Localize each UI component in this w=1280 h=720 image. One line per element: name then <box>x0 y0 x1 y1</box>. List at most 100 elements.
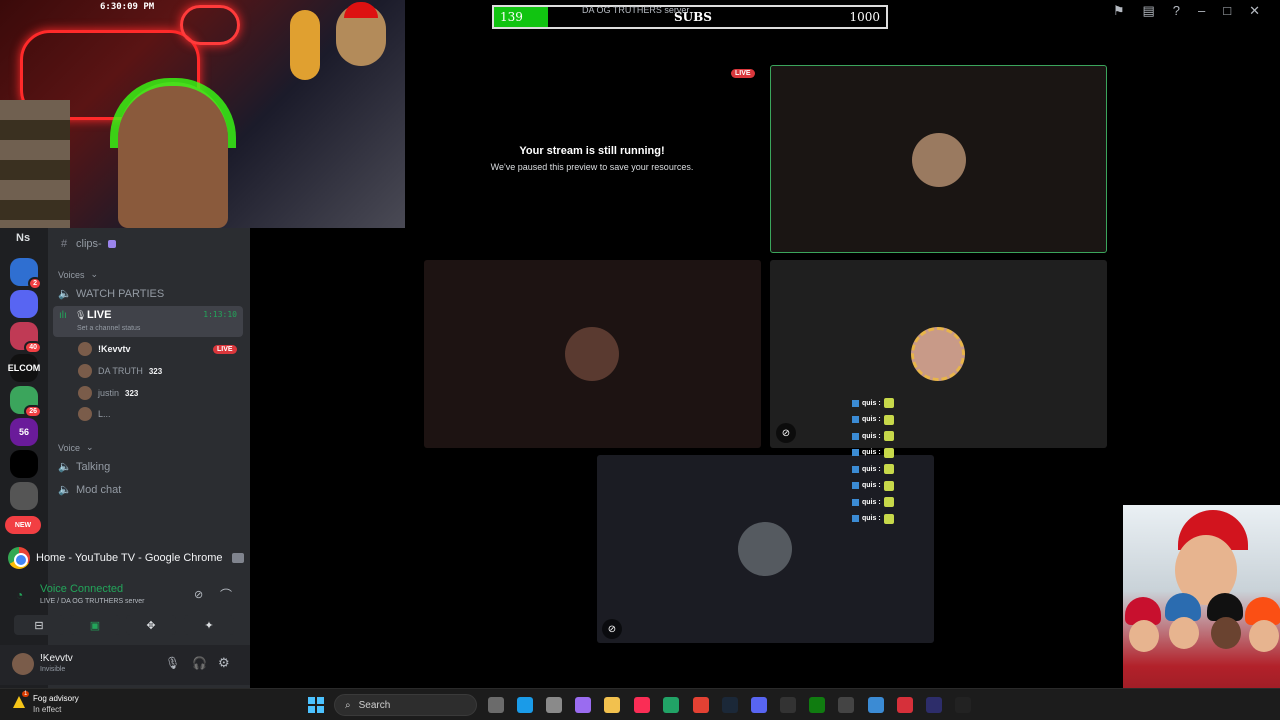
member-name: L... <box>98 409 111 419</box>
activity-panel[interactable]: Home - YouTube TV - Google Chrome <box>8 543 244 573</box>
chat-overlay-text: quis : <box>862 432 881 440</box>
weather-badge: 1 <box>22 691 30 697</box>
warning-icon[interactable] <box>12 695 26 709</box>
activities-button[interactable]: ✥ <box>126 615 176 635</box>
photos-icon[interactable] <box>868 697 884 713</box>
stream-paused-title: Your stream is still running! <box>519 145 665 157</box>
minimize-icon[interactable]: – <box>1198 3 1205 19</box>
guild-icon-5[interactable]: 26 <box>10 386 42 418</box>
settings-icon[interactable] <box>546 697 562 713</box>
guild-icon-7[interactable] <box>10 450 38 478</box>
excel-icon[interactable] <box>663 697 679 713</box>
voice-member[interactable]: justin 323 <box>78 386 138 400</box>
inbox-icon[interactable]: ▤ <box>1142 3 1154 19</box>
gear-icon[interactable]: ⚙ <box>218 655 230 671</box>
taskbar-search[interactable]: ⌕ Search <box>334 694 477 716</box>
user-status: Invisible <box>40 666 66 673</box>
voice-status[interactable]: Voice Connected <box>40 583 123 595</box>
windows-start-icon[interactable] <box>308 697 324 713</box>
new-pill[interactable]: NEW <box>5 516 41 534</box>
weather-title[interactable]: Fog advisory <box>33 694 79 703</box>
unreal-icon[interactable] <box>955 697 971 713</box>
headphones-icon[interactable]: 🎧 <box>192 656 207 670</box>
channel-live-label: LIVE <box>87 309 112 321</box>
photo-face <box>1129 620 1159 652</box>
guild-icon-8[interactable] <box>10 482 38 510</box>
file-explorer-icon[interactable] <box>488 697 504 713</box>
subs-current: 139 <box>500 10 523 24</box>
chat-overlay-line: quis : <box>852 447 894 458</box>
participant-avatar <box>738 522 792 576</box>
mention-badge: 2 <box>28 277 42 290</box>
guild-icon-1[interactable]: 2 <box>10 258 42 290</box>
flag-icon[interactable]: ⚑ <box>1113 3 1125 19</box>
search-icon: ⌕ <box>345 699 351 711</box>
maximize-icon[interactable]: □ <box>1223 3 1231 19</box>
category-voice[interactable]: Voice ⌄ <box>58 442 94 453</box>
g-hub-icon[interactable] <box>780 697 796 713</box>
chat-overlay-text: quis : <box>862 515 881 522</box>
discord-icon[interactable] <box>751 697 767 713</box>
participant-avatar <box>565 327 619 381</box>
edge-icon[interactable] <box>517 697 533 713</box>
category-voices[interactable]: Voices ⌄ <box>58 269 98 280</box>
voice-member[interactable]: DA TRUTH 323 <box>78 364 162 378</box>
app-icon[interactable] <box>838 697 854 713</box>
activity-title: Home - YouTube TV - Google Chrome <box>36 552 223 564</box>
voice-location[interactable]: LIVE / DA OG TRUTHERS server <box>40 598 145 605</box>
screen-share-button[interactable]: ▣ <box>70 615 120 635</box>
copilot-icon[interactable] <box>575 697 591 713</box>
mention-badge: 40 <box>24 341 42 354</box>
chevron-down-icon: ⌄ <box>90 269 99 279</box>
participant-tile-1[interactable] <box>770 65 1107 253</box>
media-player-icon[interactable] <box>926 697 942 713</box>
weather-subtitle[interactable]: In effect <box>33 705 61 714</box>
noise-suppression-icon[interactable]: ⊘ <box>194 588 203 601</box>
emote-icon <box>883 447 894 458</box>
subs-goal: 1000 <box>849 10 880 24</box>
folder-icon[interactable] <box>604 697 620 713</box>
screen-share-icon[interactable] <box>232 553 244 563</box>
close-icon[interactable]: ✕ <box>1249 3 1260 19</box>
subs-goal-bar: 139 SUBS 1000 DA OG TRUTHERS server <box>492 5 888 29</box>
soundboard-button[interactable]: ✦ <box>184 615 234 635</box>
chat-badge-icon <box>852 465 859 473</box>
camera-off-button[interactable]: ⊟ <box>14 615 64 635</box>
channel-status[interactable]: Set a channel status <box>77 325 140 332</box>
emote-icon <box>883 497 894 507</box>
voice-member[interactable]: L... <box>78 407 111 421</box>
channel-live[interactable]: ılı 🎙 LIVE 1:13:10 Set a channel status <box>53 306 243 337</box>
guild-icon-4[interactable]: ELCOM <box>8 354 40 382</box>
guild-icon-6[interactable]: 56 <box>10 418 38 446</box>
user-name[interactable]: !Kevvtv <box>40 653 73 664</box>
guild-icon-2[interactable] <box>10 290 38 318</box>
participant-tile-2[interactable] <box>424 260 761 448</box>
participant-tile-3[interactable]: ⊘ <box>770 260 1107 448</box>
member-name: !Kevvtv <box>98 344 131 354</box>
mic-icon: 🎙 <box>75 310 87 320</box>
webcam-clock: 6:30:09 PM <box>100 2 155 12</box>
clip-emoji-icon <box>107 240 116 248</box>
channel-watch-parties[interactable]: 🔈 WATCH PARTIES <box>58 287 164 301</box>
music-icon[interactable] <box>634 697 650 713</box>
voice-member[interactable]: !Kevvtv LIVE <box>78 342 237 356</box>
avatar[interactable] <box>12 653 34 675</box>
emote-icon <box>883 464 894 474</box>
help-icon[interactable]: ? <box>1173 3 1180 19</box>
microphone-icon[interactable]: 🎙 <box>165 656 180 670</box>
participant-avatar <box>912 133 966 187</box>
steam-icon[interactable] <box>722 697 738 713</box>
chevron-down-icon: ⌄ <box>86 442 94 452</box>
xbox-icon[interactable] <box>809 697 825 713</box>
obs-icon[interactable] <box>897 697 913 713</box>
avatar <box>78 364 92 378</box>
channel-clips[interactable]: # clips- <box>58 238 116 250</box>
chrome-icon[interactable] <box>693 697 709 713</box>
channel-mod-chat[interactable]: 🔈 Mod chat <box>58 483 121 497</box>
activities-icon: ✥ <box>146 619 156 632</box>
guild-icon-3[interactable]: 40 <box>10 322 42 354</box>
chat-overlay-line: quis : <box>852 480 894 491</box>
channel-talking[interactable]: 🔈 Talking <box>58 460 110 474</box>
disconnect-icon[interactable]: ⌒ <box>220 586 232 603</box>
chat-badge-icon <box>852 482 859 489</box>
